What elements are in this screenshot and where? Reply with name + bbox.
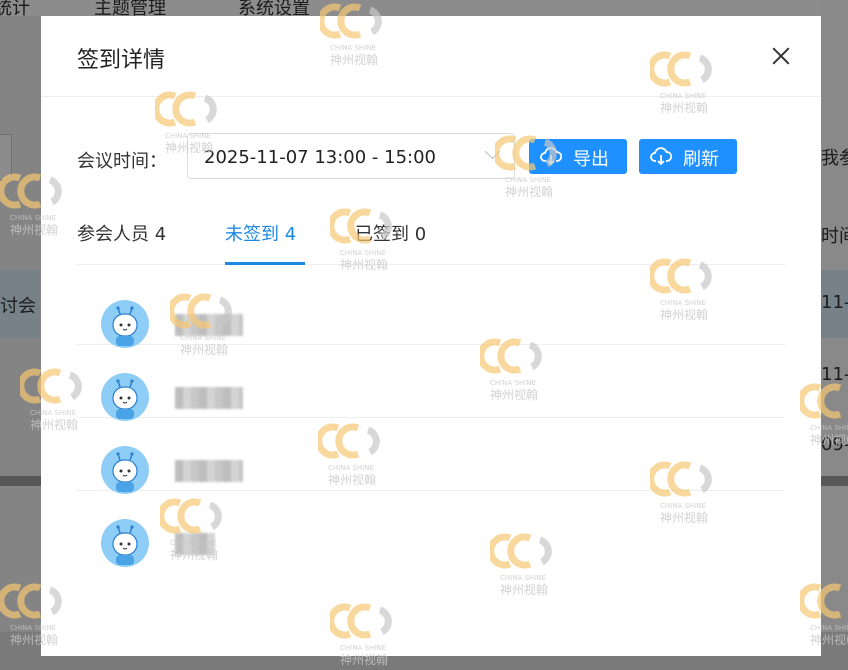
robot-avatar-icon — [101, 446, 149, 494]
meeting-time-select[interactable]: 2025-11-07 13:00 - 15:00 — [187, 133, 515, 179]
refresh-label: 刷新 — [683, 149, 719, 170]
cloud-download-icon — [650, 147, 672, 166]
attendee-name — [175, 314, 243, 336]
attendee-name — [175, 533, 215, 555]
robot-avatar-icon — [101, 300, 149, 348]
robot-avatar-icon — [101, 373, 149, 421]
meeting-time-value: 2025-11-07 13:00 - 15:00 — [204, 147, 437, 168]
attendee-name — [175, 387, 243, 409]
tab-not-signed-in[interactable]: 未签到 4 — [225, 220, 296, 246]
robot-avatar-icon — [101, 519, 149, 567]
list-item — [77, 491, 785, 567]
list-item — [77, 345, 785, 421]
close-icon[interactable] — [769, 44, 793, 68]
attendee-list — [77, 272, 785, 567]
list-item — [77, 418, 785, 494]
dialog-title: 签到详情 — [77, 48, 166, 73]
tab-signed-in[interactable]: 已签到 0 — [355, 220, 426, 246]
export-button[interactable]: 导出 — [529, 139, 627, 174]
list-item — [77, 272, 785, 348]
attendee-name — [175, 460, 243, 482]
chevron-down-icon — [484, 143, 501, 160]
meeting-time-label: 会议时间： — [77, 151, 167, 172]
cloud-download-icon — [540, 147, 562, 166]
tab-attendees[interactable]: 参会人员 4 — [77, 220, 166, 246]
dialog-header: 签到详情 — [41, 16, 821, 97]
refresh-button[interactable]: 刷新 — [639, 139, 737, 174]
sign-in-details-dialog: 签到详情 会议时间： 2025-11-07 13:00 - 15:00 导出 刷… — [41, 16, 821, 656]
export-label: 导出 — [573, 149, 609, 170]
attendance-tabs: 参会人员 4 未签到 4 已签到 0 — [77, 206, 785, 265]
meeting-time-row: 会议时间： 2025-11-07 13:00 - 15:00 导出 刷新 — [77, 133, 797, 181]
active-tab-indicator — [225, 262, 305, 265]
